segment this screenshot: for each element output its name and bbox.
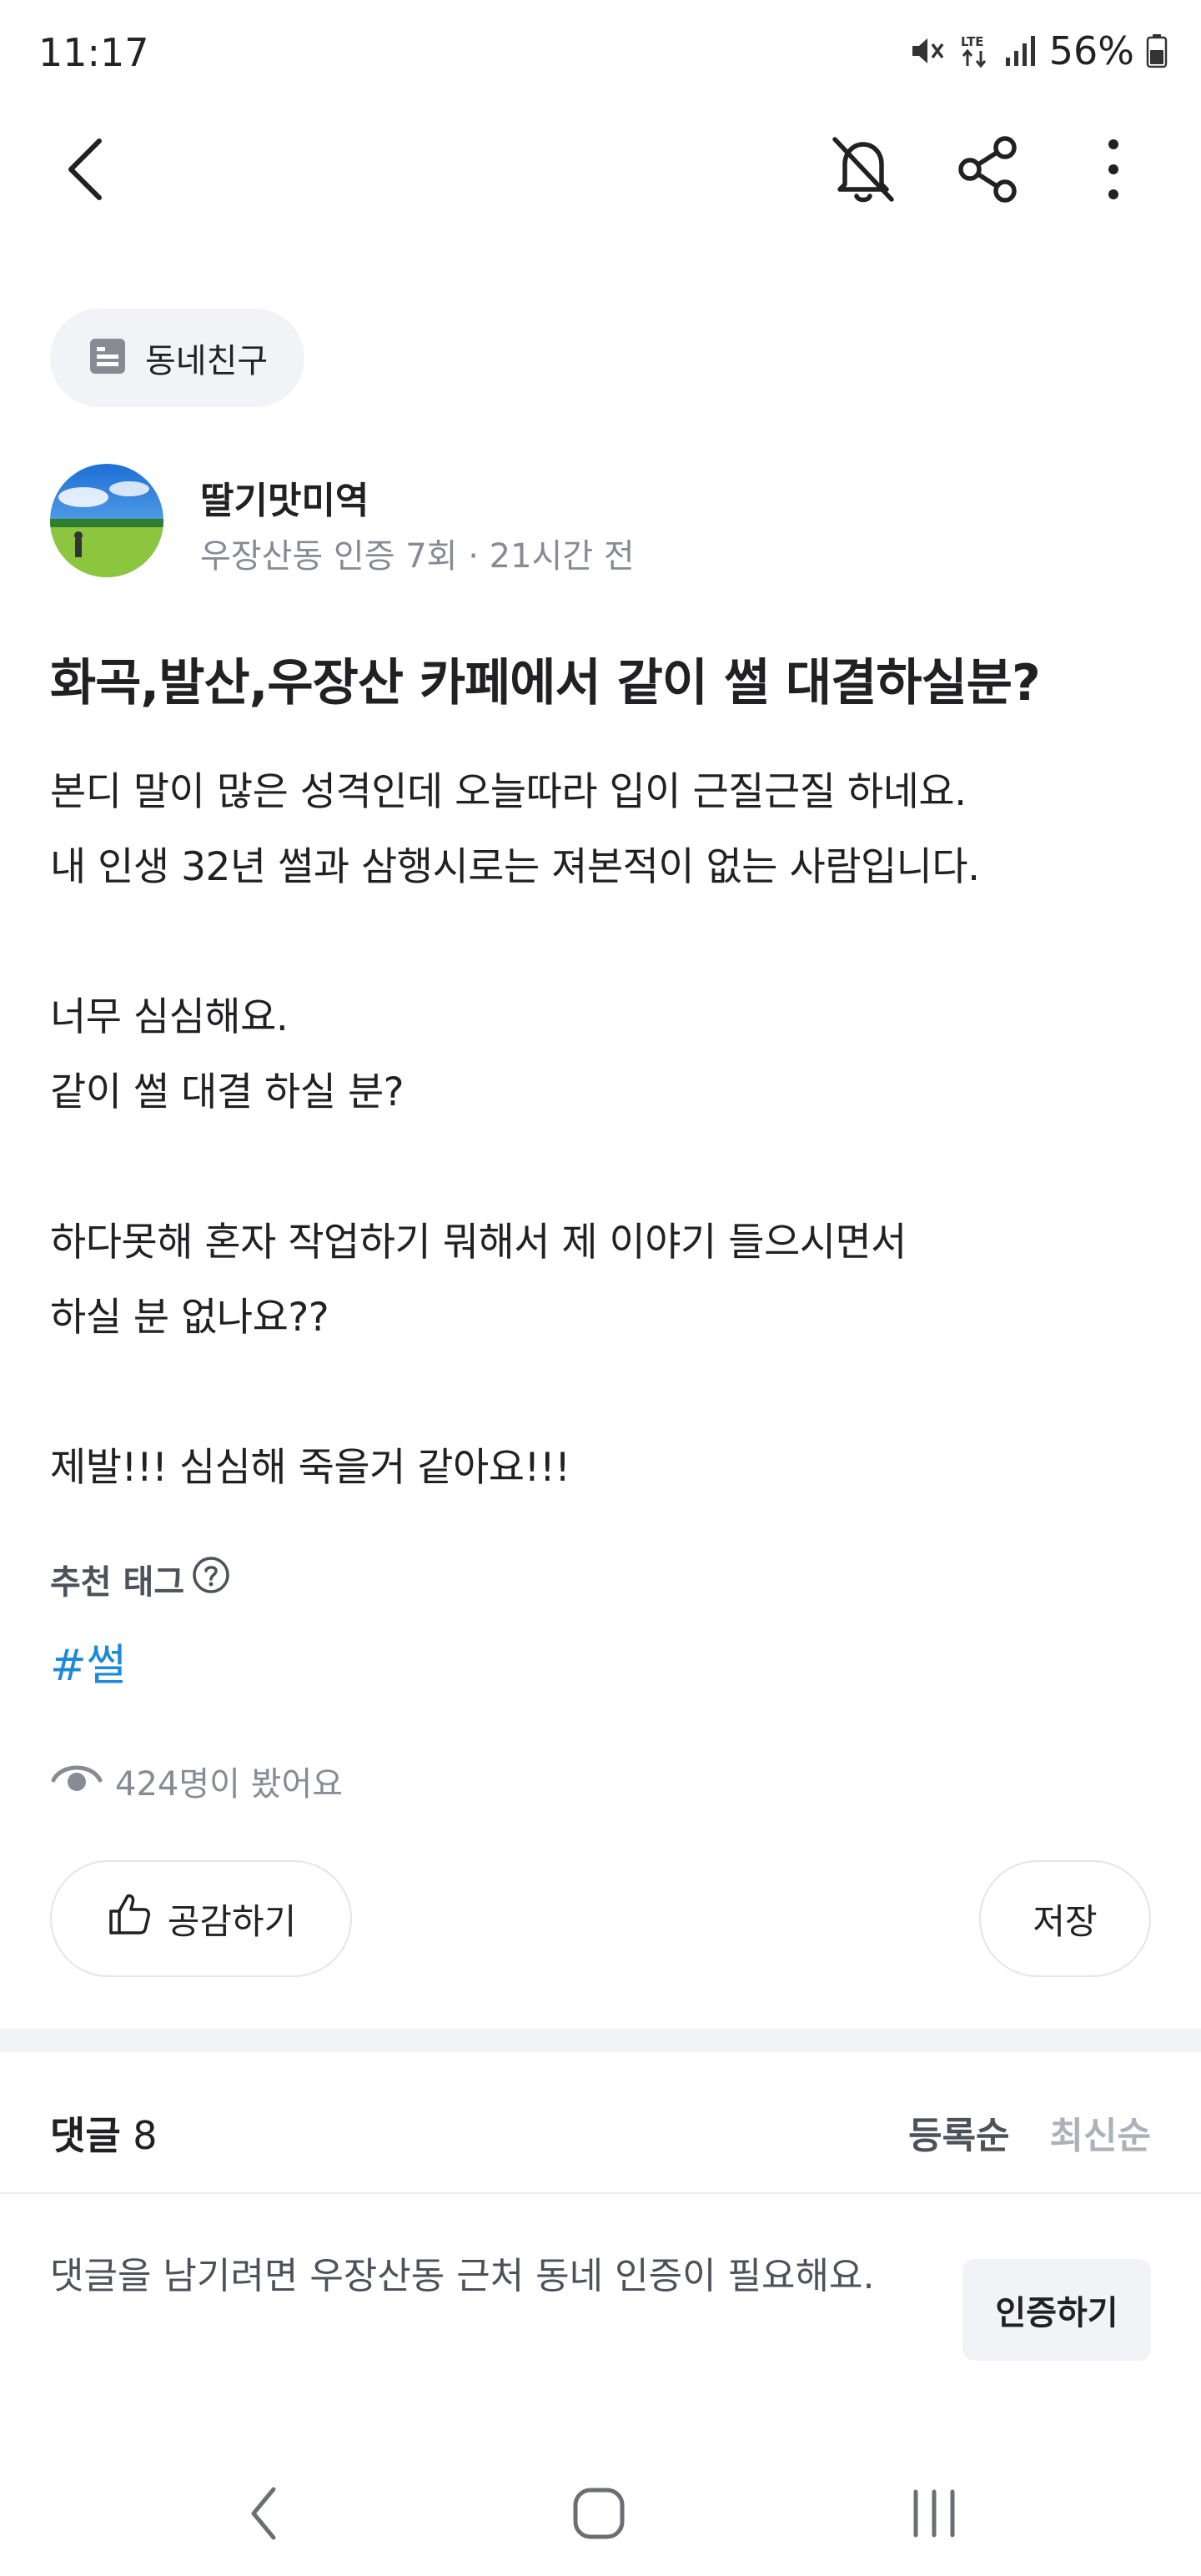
comments-count: 8 xyxy=(133,2113,158,2158)
post-title: 화곡,발산,우장산 카페에서 같이 썰 대결하실분? xyxy=(50,654,1041,712)
battery-percent: 56% xyxy=(1048,28,1134,73)
view-count-text: 424명이 봤어요 xyxy=(115,1765,344,1804)
comment-divider xyxy=(0,2192,1201,2194)
status-bar: 11:17 LTE 56% xyxy=(0,0,1201,108)
tags-heading-label: 추천 태그 xyxy=(50,1563,185,1602)
board-icon xyxy=(88,337,127,379)
tag-link[interactable]: #썰 xyxy=(50,1630,126,1693)
comment-verification-notice: 댓글을 남기려면 우장산동 근처 동네 인증이 필요해요. xyxy=(50,2255,875,2297)
share-button[interactable] xyxy=(942,125,1034,217)
author-meta: 우장산동 인증 7회 · 21시간 전 xyxy=(200,537,635,576)
more-options-button[interactable] xyxy=(1068,125,1159,217)
thumbs-up-icon xyxy=(106,1891,153,1946)
system-home-button[interactable] xyxy=(549,2469,649,2561)
battery-icon xyxy=(1146,33,1168,68)
back-button[interactable] xyxy=(40,125,132,217)
like-label: 공감하기 xyxy=(167,1900,297,1942)
notification-toggle-button[interactable] xyxy=(817,125,909,217)
system-recent-apps-button[interactable] xyxy=(884,2469,984,2561)
status-time: 11:17 xyxy=(38,30,149,75)
comments-label: 댓글 xyxy=(50,2113,121,2158)
eye-icon xyxy=(50,1758,103,1804)
back-arrow-icon xyxy=(63,136,109,206)
view-count: 424명이 봤어요 xyxy=(50,1757,343,1805)
author-name[interactable]: 딸기맛미역 xyxy=(200,470,369,524)
avatar[interactable] xyxy=(50,464,163,577)
mute-icon xyxy=(909,34,947,68)
more-vertical-icon xyxy=(1105,136,1122,206)
category-chip[interactable]: 동네친구 xyxy=(50,309,305,407)
signal-icon xyxy=(1004,34,1038,68)
status-icons: LTE 56% xyxy=(909,28,1168,73)
share-icon xyxy=(953,134,1023,208)
save-button[interactable]: 저장 xyxy=(979,1860,1151,1977)
like-button[interactable]: 공감하기 xyxy=(50,1860,352,1977)
notification-off-icon xyxy=(828,133,898,209)
post-body: 본디 말이 많은 성격인데 오늘따라 입이 근질근질 하네요. 내 인생 32년… xyxy=(50,769,980,1491)
lte-icon: LTE xyxy=(959,33,992,69)
comments-title: 댓글 8 xyxy=(50,2106,158,2161)
comments-header: 댓글 8 등록순 최신순 xyxy=(50,2106,1151,2164)
author-profile[interactable]: 딸기맛미역 우장산동 인증 7회 · 21시간 전 xyxy=(50,464,1151,581)
svg-text:LTE: LTE xyxy=(961,34,984,49)
sort-latest-button[interactable]: 최신순 xyxy=(1050,2106,1151,2159)
system-nav-bar xyxy=(0,2453,1201,2576)
verify-neighborhood-button[interactable]: 인증하기 xyxy=(962,2259,1151,2361)
app-bar xyxy=(0,117,1201,225)
system-recent-apps-icon xyxy=(907,2487,961,2543)
section-divider xyxy=(0,2029,1201,2052)
comment-sort-options: 등록순 최신순 xyxy=(908,2106,1151,2159)
help-icon[interactable] xyxy=(191,1555,231,1603)
recommended-tags-heading: 추천 태그 xyxy=(50,1555,231,1603)
system-back-button[interactable] xyxy=(214,2469,314,2561)
category-label: 동네친구 xyxy=(145,342,269,380)
system-home-icon xyxy=(572,2487,626,2543)
system-back-icon xyxy=(247,2484,280,2546)
sort-registered-button[interactable]: 등록순 xyxy=(908,2106,1009,2159)
